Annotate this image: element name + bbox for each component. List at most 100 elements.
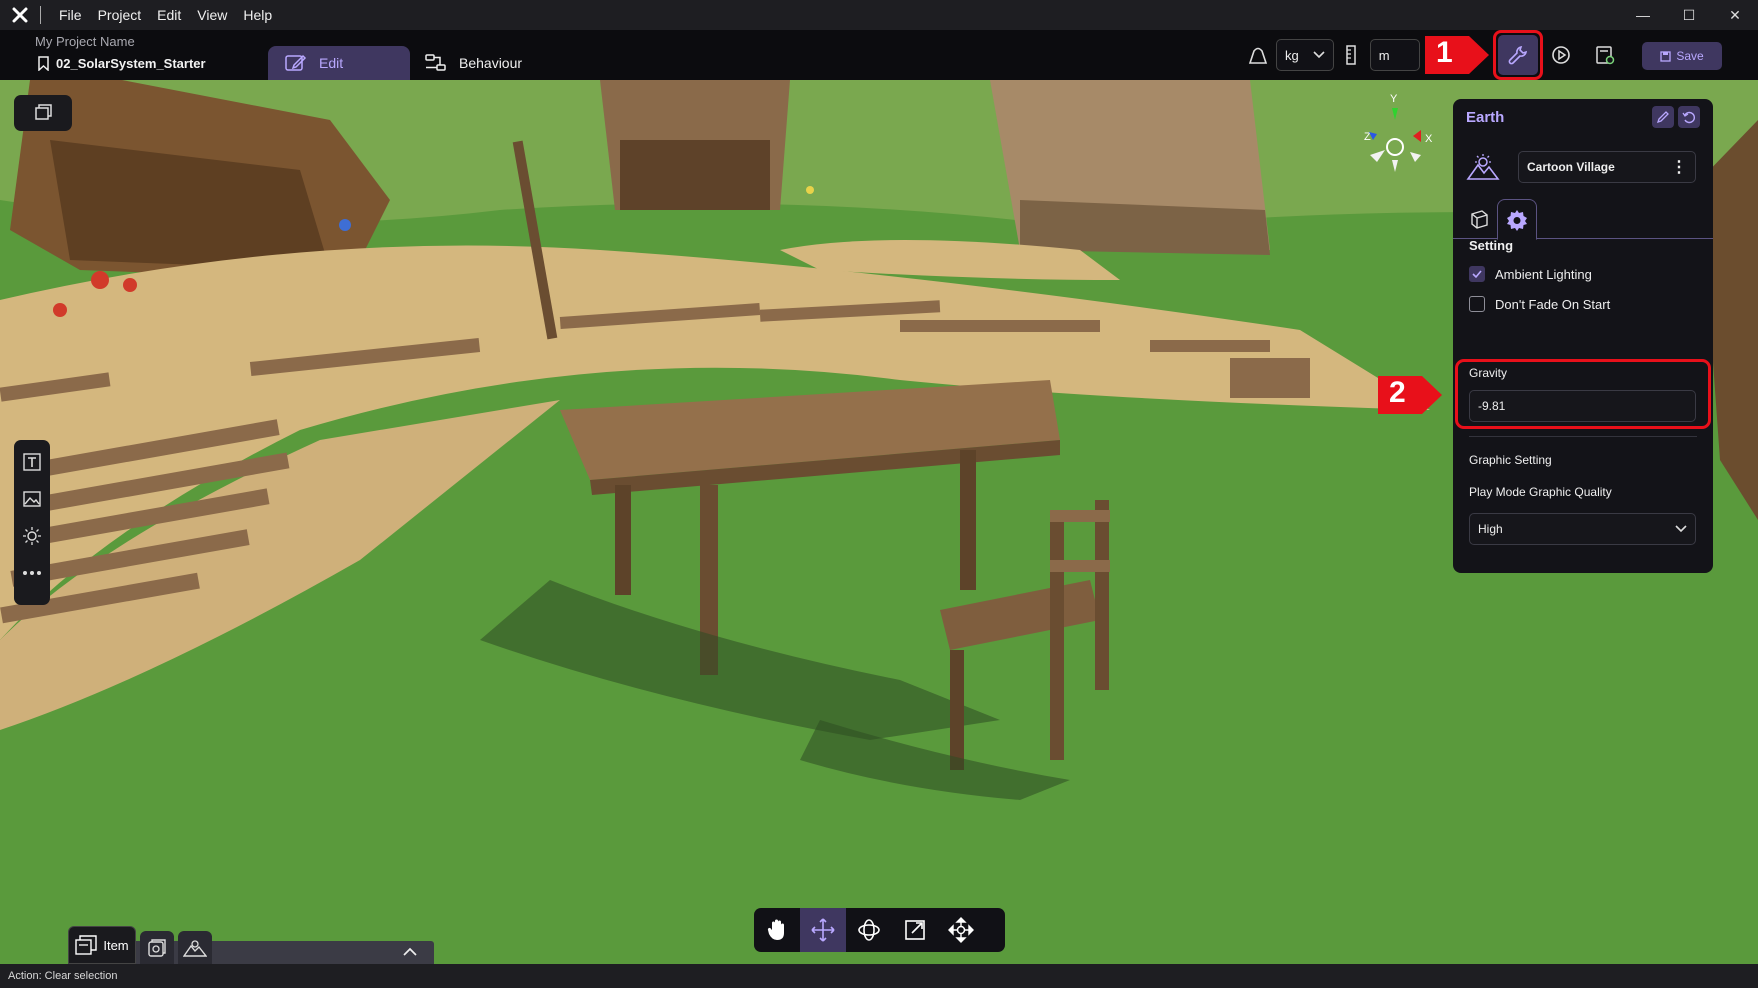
play-mode-quality-label: Play Mode Graphic Quality bbox=[1469, 485, 1612, 499]
scale-icon bbox=[905, 920, 925, 940]
panel-divider bbox=[1469, 436, 1697, 437]
rename-button[interactable] bbox=[1652, 106, 1674, 128]
menu-separator bbox=[40, 6, 41, 24]
add-text-button[interactable] bbox=[20, 450, 44, 474]
panel-header: Earth bbox=[1453, 99, 1713, 135]
image-icon bbox=[23, 491, 41, 507]
move-icon bbox=[811, 918, 835, 942]
layers-button[interactable] bbox=[14, 95, 72, 131]
tray-tab-objects[interactable] bbox=[140, 931, 174, 964]
add-light-button[interactable] bbox=[20, 524, 44, 548]
scene-name-label: 02_SolarSystem_Starter bbox=[56, 56, 206, 71]
status-bar: Action: Clear selection bbox=[0, 964, 1758, 988]
transform-tool-button[interactable] bbox=[938, 908, 984, 952]
hand-tool-button[interactable] bbox=[754, 908, 800, 952]
menu-bar: File Project Edit View Help — ☐ ✕ bbox=[0, 0, 1758, 30]
dont-fade-label: Don't Fade On Start bbox=[1495, 296, 1611, 312]
tray-tab-environment[interactable] bbox=[178, 931, 212, 964]
dont-fade-row[interactable]: Don't Fade On Start bbox=[1469, 296, 1610, 312]
environment-value: Cartoon Village bbox=[1527, 160, 1615, 174]
gravity-input[interactable]: -9.81 bbox=[1469, 390, 1696, 422]
menu-edit[interactable]: Edit bbox=[149, 7, 189, 23]
axis-x-label: X bbox=[1425, 133, 1433, 145]
chevron-down-icon bbox=[1675, 525, 1687, 533]
play-button[interactable] bbox=[1543, 37, 1579, 73]
tab-edit[interactable]: Edit bbox=[268, 46, 410, 80]
graphic-setting-heading: Graphic Setting bbox=[1469, 453, 1552, 467]
move-tool-button[interactable] bbox=[800, 908, 846, 952]
reset-button[interactable] bbox=[1678, 106, 1700, 128]
app-logo-icon bbox=[10, 5, 30, 25]
tab-settings[interactable] bbox=[1497, 199, 1537, 240]
gear-icon bbox=[1507, 209, 1527, 231]
environment-icon bbox=[1466, 154, 1500, 180]
chevron-down-icon bbox=[1313, 51, 1325, 59]
save-button[interactable]: Save bbox=[1642, 42, 1722, 70]
rotate-icon bbox=[858, 919, 880, 941]
menu-project[interactable]: Project bbox=[90, 7, 150, 23]
length-unit-select[interactable]: m bbox=[1369, 39, 1420, 71]
scale-tool-button[interactable] bbox=[892, 908, 938, 952]
menu-help[interactable]: Help bbox=[235, 7, 280, 23]
tab-behaviour-label: Behaviour bbox=[459, 55, 523, 71]
menu-file[interactable]: File bbox=[51, 7, 90, 23]
callout-2-arrow: 2 bbox=[1378, 376, 1444, 414]
mass-unit-value: kg bbox=[1285, 47, 1299, 63]
ruler-icon bbox=[1345, 45, 1356, 65]
tab-behaviour[interactable]: Behaviour bbox=[425, 46, 522, 80]
tab-object[interactable] bbox=[1459, 199, 1499, 239]
dont-fade-checkbox[interactable] bbox=[1469, 296, 1485, 312]
wrench-highlight-box bbox=[1493, 30, 1543, 80]
setting-heading: Setting bbox=[1469, 238, 1514, 253]
publish-button[interactable] bbox=[1587, 37, 1623, 73]
project-bar: My Project Name 02_SolarSystem_Starter E… bbox=[0, 30, 1758, 80]
window-controls: — ☐ ✕ bbox=[1620, 0, 1758, 30]
mass-unit-icon bbox=[1240, 37, 1276, 73]
more-icon bbox=[23, 571, 41, 575]
reset-icon bbox=[1682, 111, 1695, 124]
tray-tab-item[interactable]: Item bbox=[68, 926, 136, 964]
add-image-button[interactable] bbox=[20, 487, 44, 511]
checkmark-icon bbox=[1472, 270, 1482, 279]
transform-toolbar bbox=[754, 908, 1005, 952]
project-name: My Project Name bbox=[35, 34, 135, 49]
ambient-lighting-checkbox[interactable] bbox=[1469, 266, 1485, 282]
play-mode-quality-select[interactable]: High bbox=[1469, 513, 1696, 545]
more-button[interactable] bbox=[20, 561, 44, 585]
callout-2-label: 2 bbox=[1389, 376, 1406, 409]
gravity-value: -9.81 bbox=[1478, 399, 1506, 413]
tray-expand-button[interactable] bbox=[403, 943, 417, 959]
axis-y-label: Y bbox=[1390, 93, 1398, 105]
mass-unit-select[interactable]: kg bbox=[1276, 39, 1334, 71]
panel-title: Earth bbox=[1466, 108, 1505, 126]
ambient-lighting-label: Ambient Lighting bbox=[1495, 266, 1592, 282]
rotate-tool-button[interactable] bbox=[846, 908, 892, 952]
minimize-icon[interactable]: — bbox=[1620, 0, 1666, 30]
length-unit-icon bbox=[1334, 37, 1370, 73]
object-icon bbox=[148, 938, 166, 957]
behaviour-icon bbox=[425, 54, 446, 71]
axis-gizmo[interactable]: Y X Z bbox=[1355, 90, 1435, 190]
scene-name[interactable]: 02_SolarSystem_Starter bbox=[38, 56, 206, 71]
close-icon[interactable]: ✕ bbox=[1712, 0, 1758, 30]
environment-select[interactable]: Cartoon Village ⋮ bbox=[1518, 151, 1696, 183]
transform-icon bbox=[948, 917, 974, 943]
maximize-icon[interactable]: ☐ bbox=[1666, 0, 1712, 30]
chevron-up-icon bbox=[403, 947, 417, 956]
menu-view[interactable]: View bbox=[189, 7, 235, 23]
ambient-lighting-row[interactable]: Ambient Lighting bbox=[1469, 266, 1592, 282]
bottom-asset-tray: Item bbox=[68, 926, 434, 964]
save-icon bbox=[1660, 50, 1671, 62]
item-icon bbox=[75, 935, 98, 955]
properties-panel: Earth Cartoon Village ⋮ Setting Ambient … bbox=[1453, 99, 1713, 573]
pencil-icon bbox=[1656, 111, 1669, 124]
publish-icon bbox=[1596, 46, 1615, 65]
layers-icon bbox=[35, 104, 52, 120]
toolbar-right: kg m bbox=[1240, 38, 1420, 72]
tab-edit-label: Edit bbox=[319, 55, 344, 71]
callout-1-arrow: 1 bbox=[1425, 36, 1491, 74]
environment-menu-icon[interactable]: ⋮ bbox=[1671, 157, 1687, 177]
callout-1-label: 1 bbox=[1436, 36, 1453, 69]
environment-icon bbox=[183, 939, 207, 957]
length-unit-value: m bbox=[1378, 47, 1390, 63]
